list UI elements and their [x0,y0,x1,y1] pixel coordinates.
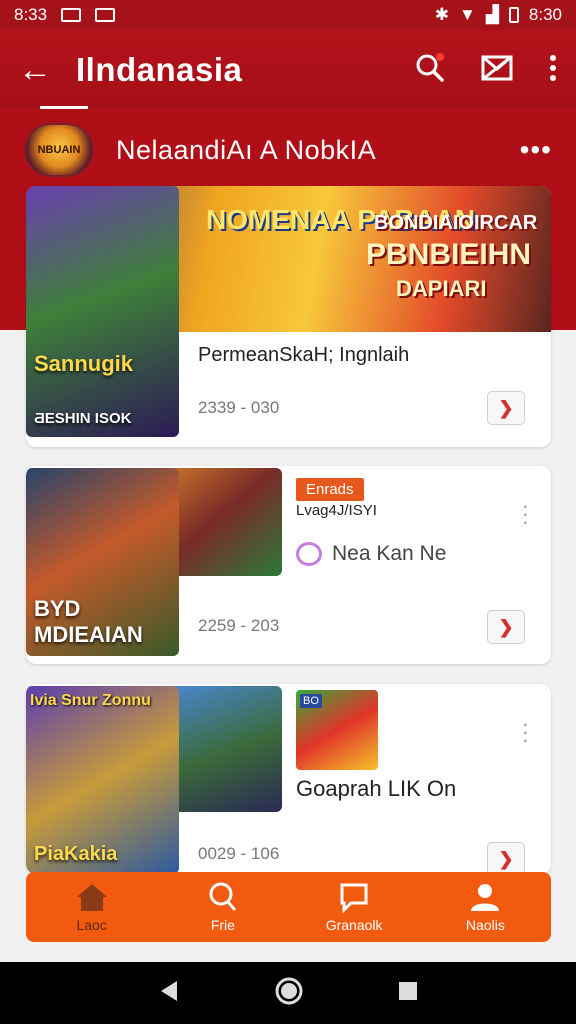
thumbnail-caption: Sannugik [34,351,134,376]
chevron-down-icon: ❯ [498,616,514,637]
bottom-navigation: Laoc Frie Granaolk Naolis [26,872,551,942]
thumbnail-caption: PiaKakia [34,843,118,865]
save-button[interactable]: ❯ [487,610,525,644]
back-triangle-icon[interactable] [157,979,181,1008]
thumbnail-caption: ƋESHIN ISOK [34,410,132,427]
save-button[interactable]: ❯ [487,842,525,874]
nav-label: Granaolk [325,917,383,933]
video-meta: 2259 - 203 [198,616,280,635]
video-title[interactable]: Goaprah LIK On [296,776,456,802]
home-circle-icon[interactable] [274,976,304,1011]
search-icon [206,881,240,913]
video-card[interactable]: Ivia Snur Zonnu PiaKakia BO Goaprah LIK … [26,684,551,874]
bluetooth-icon: ✱ [434,5,449,24]
channel-name[interactable]: NelaandiAı A NobkIA [116,135,376,166]
video-card[interactable]: NOMENAA PABAAN BONDIAIOIRCAR PBNBIEIHN D… [26,186,551,447]
status-time-right: 8:30 [528,5,562,24]
video-thumbnail[interactable]: Sannugik ƋESHIN ISOK [26,186,179,437]
search-icon[interactable] [414,52,446,89]
channel-header[interactable]: NBUAIN NelaandiAı A NobkIA ••• [24,122,552,178]
chat-bubble-icon [296,542,322,566]
nav-label: Frie [210,917,235,933]
chevron-down-icon: ❯ [498,848,514,869]
thumbnail-caption: BYD MDIEAIAN [34,596,143,647]
video-thumbnail[interactable]: BYD MDIEAIAN [26,468,179,656]
battery-icon [508,7,519,23]
nav-item-chat[interactable]: Granaolk [299,881,409,933]
signal-icon: ▟ [485,5,499,24]
notification-icon [61,8,82,22]
tab-indicator [40,106,88,109]
video-title[interactable]: PermeanSkaH; Ingnlaih [198,344,409,367]
channel-logo[interactable]: NBUAIN [24,123,94,177]
video-meta: 0029 - 106 [198,844,280,863]
cast-icon [95,8,116,22]
channel-avatar-image[interactable]: BO [296,690,378,770]
status-time-left: 8:33 [14,5,48,24]
thumbnail-caption: Ivia Snur Zonnu [30,692,151,709]
system-navigation-bar [0,962,576,1024]
home-icon [75,881,109,913]
banner-text: BONDIAIOIRCAR [374,212,538,234]
avatar-label: BO [300,694,322,708]
video-meta: 2339 - 030 [198,398,280,417]
card-menu-icon[interactable]: · · · [522,713,529,751]
mail-off-icon[interactable] [480,53,514,88]
nav-item-search[interactable]: Frie [168,881,278,933]
overflow-menu-icon[interactable] [548,53,558,88]
person-icon [468,881,502,913]
banner-text: PBNBIEIHN [366,238,532,271]
channel-more-icon[interactable]: ••• [520,134,552,166]
chat-icon [337,881,371,913]
nav-label: Laoc [76,917,107,933]
recents-square-icon[interactable] [397,980,419,1007]
page-title: Ilndanasia [76,51,243,88]
chat-label: Nea Kan Ne [332,542,447,565]
chevron-down-icon: ❯ [498,397,514,418]
card-menu-icon[interactable]: · · · [522,495,529,533]
category-badge: Enrads [296,478,364,501]
nav-item-home[interactable]: Laoc [37,881,147,933]
banner-text: DAPIARI [396,276,487,301]
save-button[interactable]: ❯ [487,391,525,425]
status-bar: 8:33 ✱ ▼ ▟ 8:30 [0,0,576,30]
video-thumbnail[interactable]: Ivia Snur Zonnu PiaKakia [26,686,179,874]
back-arrow-icon[interactable]: ← [18,51,62,90]
app-bar: ← Ilndanasia [0,30,576,110]
nav-item-profile[interactable]: Naolis [430,881,540,933]
video-card[interactable]: BYD MDIEAIAN Enrads Lvag4J/ISYI · · · Nea … [26,466,551,664]
wifi-icon: ▼ [459,5,476,24]
video-subtitle: Lvag4J/ISYI [296,502,377,519]
chat-link[interactable]: Nea Kan Ne [296,542,446,566]
nav-label: Naolis [465,917,505,933]
